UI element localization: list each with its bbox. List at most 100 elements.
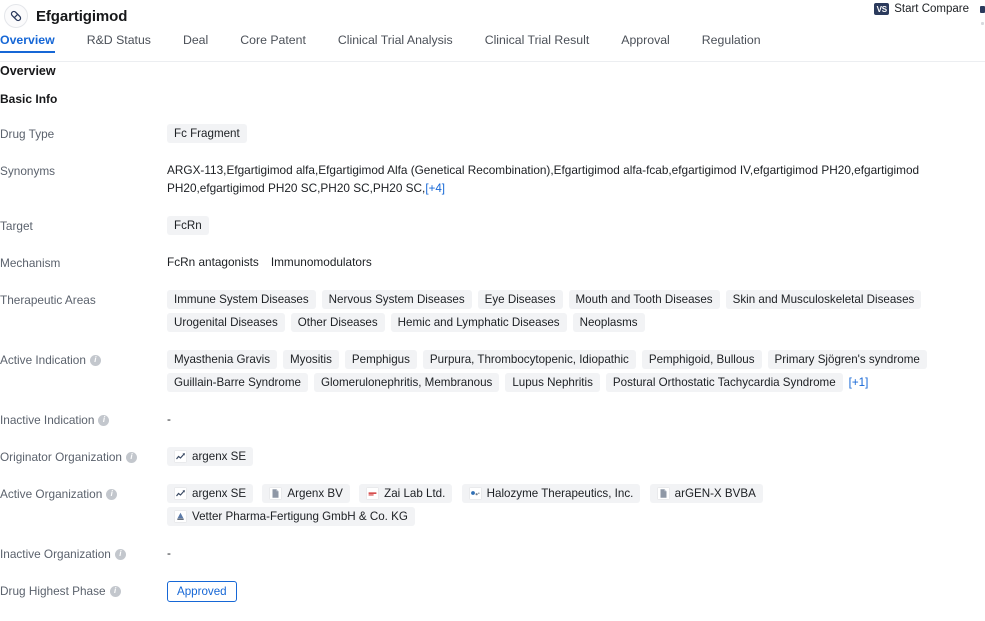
row-label: Active Indication i [0, 350, 167, 369]
row-synonyms: Synonyms ARGX-113,Efgartigimod alfa,Efga… [0, 161, 985, 198]
tag-item[interactable]: Lupus Nephritis [505, 373, 600, 392]
org-name: argenx SE [192, 487, 247, 500]
row-label: Drug Type [0, 124, 167, 143]
row-label: Active Organization i [0, 484, 167, 503]
org-item[interactable]: Vetter Pharma-Fertigung GmbH & Co. KG [167, 507, 415, 526]
row-label-text: Inactive Indication [0, 413, 95, 427]
row-inactive-organization: Inactive Organization i - [0, 544, 985, 563]
zailab-logo-icon [366, 487, 380, 500]
active-organization-values: argenx SE Argenx BV Zai Lab Ltd. Halozym… [167, 484, 985, 530]
row-label: Synonyms [0, 161, 167, 180]
row-active-organization: Active Organization i argenx SE Argenx B… [0, 484, 985, 526]
tab-overview[interactable]: Overview [0, 32, 71, 53]
tag-item[interactable]: Pemphigoid, Bullous [641, 350, 762, 369]
row-label-text: Synonyms [0, 164, 56, 178]
org-name: Argenx BV [287, 487, 343, 500]
tag-item[interactable]: Skin and Musculoskeletal Diseases [725, 290, 922, 309]
row-label-text: Therapeutic Areas [0, 293, 96, 307]
org-name: Zai Lab Ltd. [384, 487, 446, 500]
tag-item[interactable]: Myasthenia Gravis [167, 350, 278, 369]
org-name: arGEN-X BVBA [674, 487, 756, 500]
tab-approval[interactable]: Approval [605, 32, 686, 49]
org-item[interactable]: arGEN-X BVBA [649, 484, 763, 503]
row-label: Inactive Organization i [0, 544, 167, 563]
info-icon[interactable]: i [89, 354, 101, 366]
row-originator-organization: Originator Organization i argenx SE [0, 447, 985, 466]
argenx-logo-icon [174, 487, 187, 500]
vetter-logo-icon [174, 510, 187, 523]
overview-content: Overview Basic Info Drug Type Fc Fragmen… [0, 65, 985, 621]
info-icon[interactable]: i [125, 451, 137, 463]
row-label-text: Drug Type [0, 127, 55, 141]
tag-item[interactable]: Purpura, Thrombocytopenic, Idiopathic [422, 350, 636, 369]
document-logo-icon [269, 487, 283, 500]
row-drug-type: Drug Type Fc Fragment [0, 124, 985, 143]
org-item[interactable]: argenx SE [167, 484, 254, 503]
tab-clinical-trial-result[interactable]: Clinical Trial Result [469, 32, 606, 49]
start-compare-label: Start Compare [894, 3, 969, 15]
tag-item[interactable]: Other Diseases [290, 313, 385, 332]
row-label-text: Active Indication [0, 353, 86, 367]
drug-type-values: Fc Fragment [167, 124, 985, 147]
info-icon[interactable]: i [98, 414, 110, 426]
tab-core-patent[interactable]: Core Patent [224, 32, 322, 49]
document-logo-icon [656, 487, 670, 500]
page-title: Efgartigimod [36, 7, 128, 25]
tab-rd-status[interactable]: R&D Status [71, 32, 167, 49]
active-indication-more-link[interactable]: [+1] [849, 376, 869, 389]
tab-deal[interactable]: Deal [167, 32, 224, 49]
tag-item[interactable]: Glomerulonephritis, Membranous [313, 373, 500, 392]
inactive-indication-value: - [167, 412, 171, 426]
org-item[interactable]: Halozyme Therapeutics, Inc. [461, 484, 641, 503]
tab-regulation[interactable]: Regulation [686, 32, 777, 49]
tag-item[interactable]: Pemphigus [344, 350, 417, 369]
tag-item[interactable]: FcRn [167, 216, 209, 235]
row-label-text: Drug Highest Phase [0, 584, 106, 598]
basic-info-heading: Basic Info [0, 92, 58, 106]
org-name: Vetter Pharma-Fertigung GmbH & Co. KG [192, 510, 408, 523]
vs-icon: VS [874, 3, 890, 15]
tag-item[interactable]: Postural Orthostatic Tachycardia Syndrom… [605, 373, 843, 392]
page-header: Efgartigimod VS Start Compare [0, 0, 985, 32]
tag-item[interactable]: Nervous System Diseases [321, 290, 472, 309]
row-active-indication: Active Indication i Myasthenia Gravis Myo… [0, 350, 985, 392]
therapeutic-areas-values: Immune System Diseases Nervous System Dis… [167, 290, 985, 336]
row-drug-highest-phase: Drug Highest Phase i Approved [0, 581, 985, 602]
org-item[interactable]: Argenx BV [262, 484, 350, 503]
synonyms-text: ARGX-113,Efgartigimod alfa,Efgartigimod … [167, 163, 920, 195]
synonyms-more-link[interactable]: [+4] [425, 182, 445, 195]
row-label: Drug Highest Phase i [0, 581, 167, 600]
row-label-text: Active Organization [0, 487, 103, 501]
status-badge[interactable]: Approved [167, 581, 237, 602]
tag-item[interactable]: Mouth and Tooth Diseases [568, 290, 720, 309]
start-compare-button[interactable]: VS Start Compare [874, 3, 969, 15]
edge-indicator-icon[interactable] [980, 6, 985, 13]
target-values: FcRn [167, 216, 985, 239]
tag-item[interactable]: Urogenital Diseases [167, 313, 285, 332]
info-icon[interactable]: i [114, 548, 126, 560]
tag-item[interactable]: Immune System Diseases [167, 290, 316, 309]
row-mechanism: Mechanism FcRn antagonists Immunomodulato… [0, 253, 985, 272]
originator-organization-values: argenx SE [167, 447, 985, 470]
tag-item[interactable]: Primary Sjögren's syndrome [767, 350, 927, 369]
row-label-text: Originator Organization [0, 450, 122, 464]
row-label: Target [0, 216, 167, 235]
tag-item[interactable]: Guillain-Barre Syndrome [167, 373, 308, 392]
tag-item[interactable]: Neoplasms [572, 313, 645, 332]
tag-item[interactable]: Myositis [283, 350, 339, 369]
org-name: Halozyme Therapeutics, Inc. [486, 487, 634, 500]
org-item[interactable]: argenx SE [167, 447, 254, 466]
row-label: Mechanism [0, 253, 167, 272]
info-icon[interactable]: i [109, 585, 121, 597]
tag-item[interactable]: Fc Fragment [167, 124, 247, 143]
tag-item[interactable]: Hemic and Lymphatic Diseases [390, 313, 567, 332]
halozyme-logo-icon [468, 487, 482, 500]
section-title: Overview [0, 65, 56, 77]
tab-clinical-trial-analysis[interactable]: Clinical Trial Analysis [322, 32, 469, 49]
tag-item[interactable]: Eye Diseases [477, 290, 563, 309]
org-item[interactable]: Zai Lab Ltd. [359, 484, 453, 503]
drug-highest-phase-value: Approved [167, 581, 985, 602]
tabs-divider [0, 61, 985, 62]
edge-dot-icon [981, 22, 984, 25]
info-icon[interactable]: i [106, 488, 118, 500]
